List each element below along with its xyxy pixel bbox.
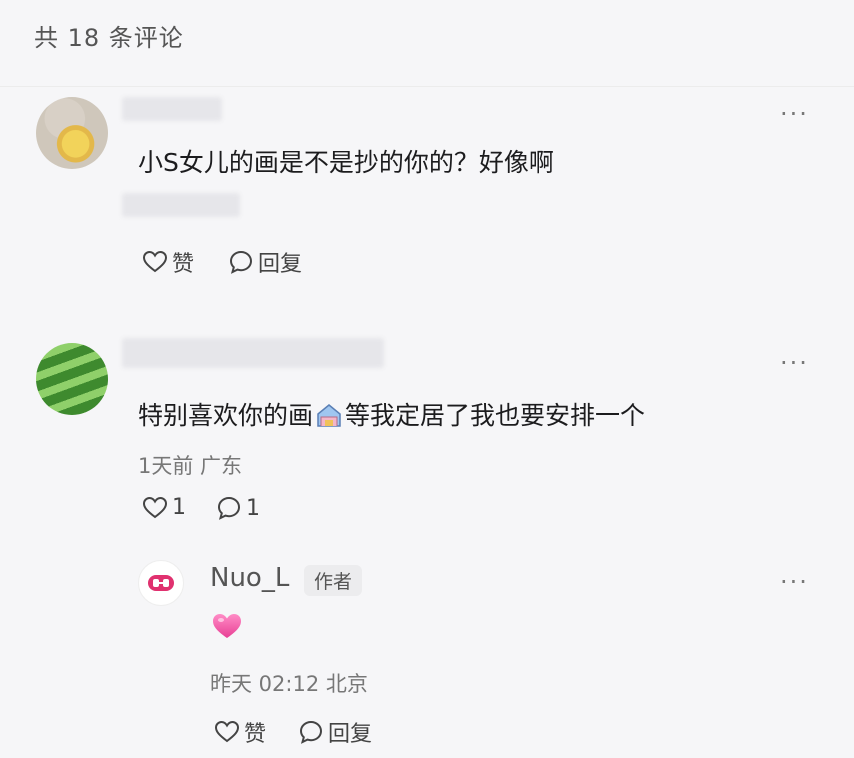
comment-text: 小S女儿的画是不是抄的你的？好像啊 — [138, 148, 554, 177]
reply-label: 回复 — [328, 722, 373, 747]
reply-button[interactable]: 1 — [216, 495, 260, 521]
avatar[interactable] — [36, 97, 108, 169]
reply-count: 1 — [246, 495, 260, 521]
heart-outline-icon — [142, 250, 168, 273]
blurred-meta — [122, 193, 240, 217]
like-label: 赞 — [244, 722, 267, 747]
reply-meta: 昨天 02:12 北京 — [210, 672, 368, 696]
like-label: 赞 — [172, 252, 195, 277]
divider — [0, 86, 854, 87]
like-button[interactable]: 1 — [142, 495, 186, 520]
blurred-username — [122, 97, 222, 121]
pink-heart-emoji-icon — [211, 612, 243, 644]
comment-meta: 1天前 广东 — [138, 454, 243, 478]
blurred-username — [122, 338, 384, 368]
speech-bubble-icon — [229, 250, 253, 274]
comment-count-title: 共 18 条评论 — [34, 24, 184, 52]
more-options-button[interactable]: ··· — [780, 568, 809, 596]
comment-text-part: 等我定居了我也要安排一个 — [345, 401, 646, 430]
speech-bubble-icon — [217, 496, 241, 520]
comment-text: 特别喜欢你的画 等我定居了我也要安排一个 — [138, 396, 645, 432]
author-badge: 作者 — [304, 565, 363, 596]
comment-text-part: 特别喜欢你的画 — [138, 401, 314, 430]
heart-outline-icon — [142, 496, 168, 518]
reply-button[interactable]: 回复 — [228, 246, 302, 278]
author-logo-icon — [148, 575, 174, 591]
like-button[interactable]: 赞 — [142, 246, 194, 278]
house-sticker-icon — [317, 404, 341, 427]
avatar[interactable] — [36, 343, 108, 415]
like-count: 1 — [172, 495, 186, 520]
reply-label: 回复 — [258, 252, 303, 277]
heart-outline-icon — [214, 720, 240, 743]
author-name[interactable]: Nuo_L — [210, 563, 289, 593]
like-button[interactable]: 赞 — [214, 716, 266, 748]
more-options-button[interactable]: ··· — [780, 100, 809, 128]
more-options-button[interactable]: ··· — [780, 349, 809, 377]
speech-bubble-icon — [299, 720, 323, 744]
reply-button[interactable]: 回复 — [298, 716, 372, 748]
author-avatar[interactable] — [138, 560, 184, 606]
